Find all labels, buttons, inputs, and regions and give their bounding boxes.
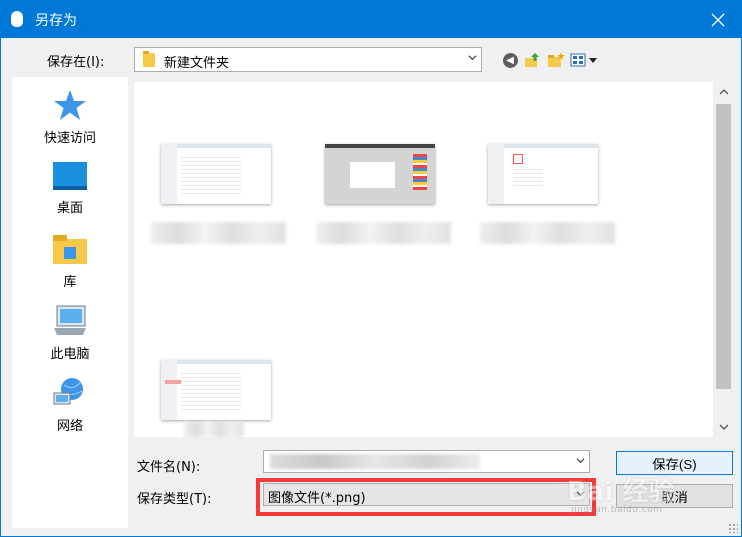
- network-icon: [53, 378, 83, 405]
- file-label-blurred: [151, 222, 286, 244]
- filename-input[interactable]: [263, 450, 590, 473]
- filetype-value: 图像文件(*.png): [268, 491, 366, 506]
- chevron-down-icon: [576, 491, 585, 497]
- up-folder-button[interactable]: [523, 51, 541, 69]
- file-label-blurred: [316, 222, 451, 244]
- filetype-dropdown[interactable]: 图像文件(*.png): [263, 483, 590, 506]
- chevron-down-icon: [468, 55, 477, 61]
- view-menu-button[interactable]: [569, 51, 599, 69]
- computer-icon: [54, 305, 86, 335]
- file-label-blurred: [184, 422, 244, 437]
- place-network[interactable]: 网络: [12, 377, 128, 434]
- filetype-label: 保存类型(T):: [137, 492, 212, 507]
- scroll-thumb[interactable]: [716, 104, 731, 389]
- place-label: 桌面: [56, 201, 83, 216]
- view-menu-icon: [570, 53, 597, 67]
- place-label: 快速访问: [43, 131, 96, 146]
- chevron-down-icon: [576, 458, 585, 464]
- places-sidebar: 快速访问 桌面 库 此电脑 网络: [12, 77, 128, 528]
- place-label: 网络: [56, 419, 83, 434]
- new-folder-icon: [548, 52, 565, 67]
- place-label: 库: [63, 275, 77, 290]
- lookin-value: 新建文件夹: [164, 56, 230, 71]
- app-icon: [11, 11, 23, 27]
- place-quick-access[interactable]: 快速访问: [12, 89, 128, 146]
- new-folder-button[interactable]: [546, 51, 566, 69]
- up-folder-icon: [525, 53, 539, 67]
- close-button[interactable]: [695, 1, 741, 38]
- folder-icon: [143, 51, 155, 67]
- vertical-scrollbar[interactable]: [713, 82, 734, 437]
- lookin-label: 保存在(I):: [47, 55, 105, 70]
- lookin-dropdown[interactable]: 新建文件夹: [134, 47, 482, 72]
- back-arrow-icon: ◀: [502, 52, 518, 68]
- back-button[interactable]: ◀: [501, 51, 519, 69]
- file-thumbnail[interactable]: [161, 144, 271, 204]
- file-thumbnail[interactable]: [488, 144, 598, 204]
- chevron-up-icon: [719, 89, 728, 95]
- place-label: 此电脑: [50, 347, 90, 362]
- save-button[interactable]: 保存(S): [616, 451, 733, 475]
- resize-grip[interactable]: [728, 523, 738, 533]
- window-title: 另存为: [35, 13, 77, 29]
- place-desktop[interactable]: 桌面: [12, 161, 128, 216]
- filename-label: 文件名(N):: [137, 460, 201, 475]
- cancel-button[interactable]: 取消: [616, 484, 733, 508]
- filename-value-blurred: [270, 454, 480, 469]
- star-icon: [54, 90, 86, 120]
- desktop-icon: [53, 162, 87, 190]
- chevron-down-icon: [719, 424, 728, 430]
- place-library[interactable]: 库: [12, 233, 128, 290]
- save-as-dialog: 另存为 保存在(I): 新建文件夹 ◀ 快速访问 桌面 库 此电脑 网络 文件名…: [0, 0, 742, 537]
- title-bar: 另存为: [1, 1, 741, 38]
- library-icon: [53, 235, 87, 264]
- file-thumbnail[interactable]: [161, 360, 271, 420]
- scroll-down-button[interactable]: [713, 417, 734, 437]
- scroll-up-button[interactable]: [713, 82, 734, 102]
- close-icon: [711, 13, 725, 26]
- file-thumbnail[interactable]: [325, 144, 435, 204]
- file-list[interactable]: [134, 82, 734, 437]
- place-this-pc[interactable]: 此电脑: [12, 305, 128, 362]
- file-label-blurred: [480, 222, 615, 244]
